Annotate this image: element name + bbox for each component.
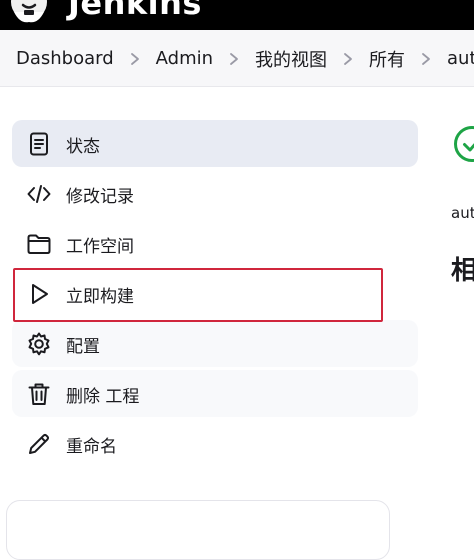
breadcrumb-my-views[interactable]: 我的视图: [255, 46, 327, 72]
build-history-card: [6, 500, 390, 560]
breadcrumb: Dashboard Admin 我的视图 所有 auto: [0, 30, 474, 87]
code-icon: [26, 181, 52, 207]
breadcrumb-job[interactable]: auto: [447, 48, 474, 69]
breadcrumb-all[interactable]: 所有: [369, 46, 405, 72]
folder-icon: [26, 231, 52, 257]
chevron-right-icon: [409, 49, 443, 69]
document-icon: [26, 131, 52, 157]
chevron-right-icon: [217, 49, 251, 69]
task-delete-project[interactable]: 删除 工程: [12, 370, 418, 417]
breadcrumb-admin[interactable]: Admin: [156, 48, 213, 69]
task-build-now[interactable]: 立即构建: [12, 270, 418, 317]
section-heading: 相: [451, 250, 474, 287]
task-label: 重命名: [66, 432, 117, 457]
task-changes[interactable]: 修改记录: [12, 170, 418, 217]
play-icon: [26, 281, 52, 307]
job-description: aut: [451, 204, 474, 222]
pencil-icon: [26, 431, 52, 457]
task-status[interactable]: 状态: [12, 120, 418, 167]
brand-name[interactable]: Jenkins: [68, 0, 202, 22]
task-label: 工作空间: [66, 232, 134, 257]
jenkins-logo-icon[interactable]: [6, 0, 52, 24]
task-label: 修改记录: [66, 182, 134, 207]
gear-icon: [26, 331, 52, 357]
chevron-right-icon: [331, 49, 365, 69]
breadcrumb-dashboard[interactable]: Dashboard: [16, 48, 114, 69]
check-circle-icon: [452, 124, 474, 164]
side-panel-tasks: 状态 修改记录 工作空间 立即构建 配置 删除 工程 重命名: [12, 120, 418, 470]
main-panel: aut 相: [440, 100, 474, 320]
task-rename[interactable]: 重命名: [12, 420, 418, 467]
chevron-right-icon: [118, 49, 152, 69]
task-label: 立即构建: [66, 282, 134, 307]
task-label: 状态: [66, 132, 100, 157]
trash-icon: [26, 381, 52, 407]
task-label: 配置: [66, 332, 100, 357]
task-configure[interactable]: 配置: [12, 320, 418, 367]
task-workspace[interactable]: 工作空间: [12, 220, 418, 267]
task-label: 删除 工程: [66, 382, 139, 407]
top-bar: Jenkins: [0, 0, 474, 30]
